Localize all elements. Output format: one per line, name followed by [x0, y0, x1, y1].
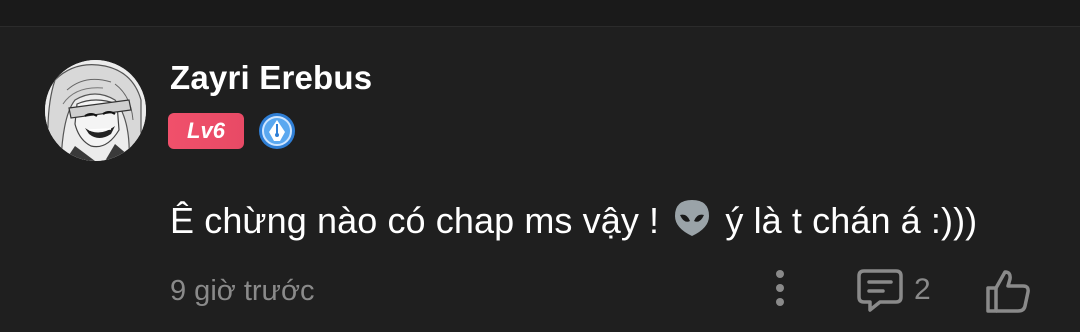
pen-nib-rank-icon — [258, 112, 296, 150]
more-vertical-icon — [776, 270, 784, 306]
like-button[interactable] — [984, 267, 1032, 315]
comment-text-part2: ý là t chán á :))) — [715, 200, 978, 241]
reply-button[interactable]: 2 — [856, 267, 946, 313]
thumbs-up-icon — [986, 270, 1030, 313]
comment-text-part1: Ê chừng nào có chap ms vậy ! — [170, 200, 670, 241]
username[interactable]: Zayri Erebus — [170, 59, 372, 97]
comment-text: Ê chừng nào có chap ms vậy ! ý là t chán… — [170, 197, 977, 242]
avatar-image — [45, 60, 146, 161]
alien-emoji-icon — [671, 197, 713, 239]
top-divider — [0, 0, 1080, 27]
comment-icon — [857, 269, 903, 312]
reply-count: 2 — [914, 273, 931, 306]
timestamp: 9 giờ trước — [170, 275, 315, 307]
more-options-button[interactable] — [762, 267, 798, 311]
avatar[interactable] — [45, 60, 146, 161]
level-badge: Lv6 — [168, 113, 244, 149]
comment-item: Zayri Erebus Lv6 Ê chừng nào có chap ms … — [0, 27, 1080, 332]
